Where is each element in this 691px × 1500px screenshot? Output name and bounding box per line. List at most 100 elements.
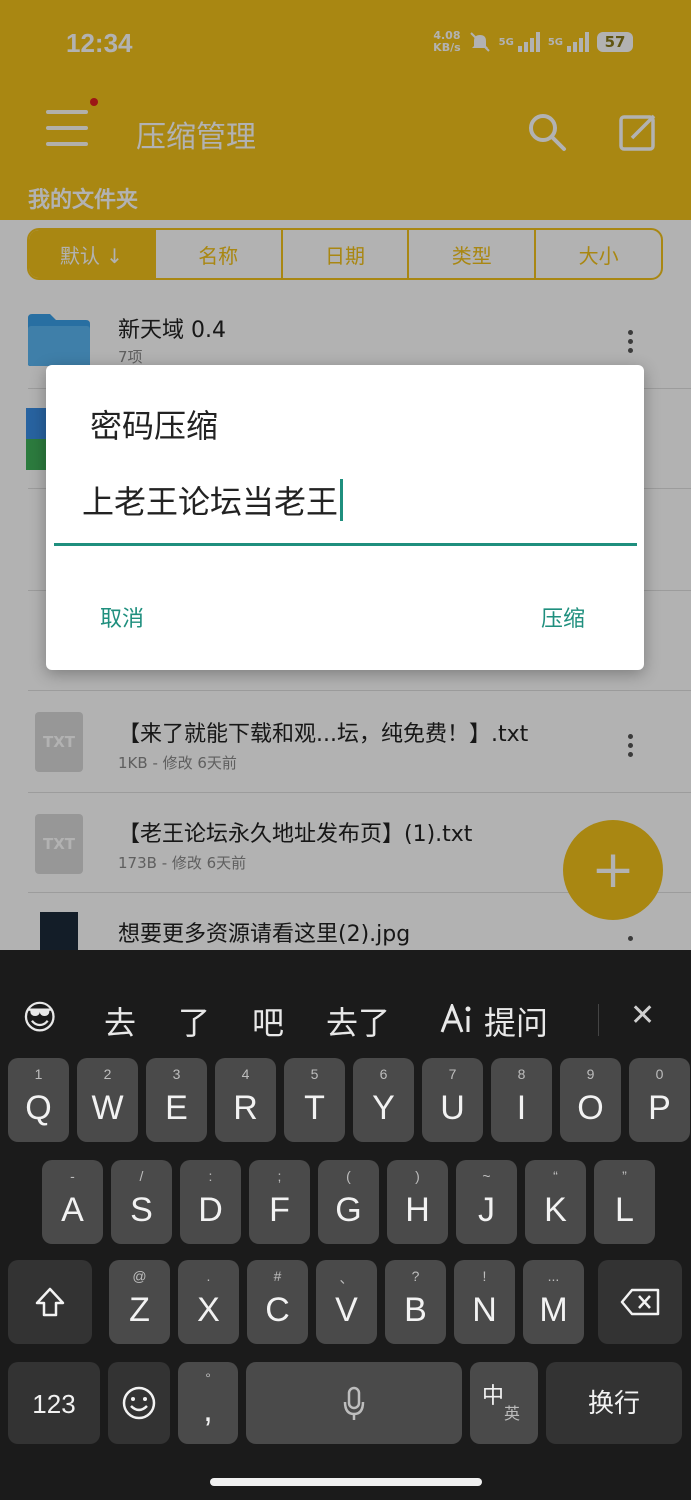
- divider: [598, 1004, 599, 1036]
- emoji-suggestion[interactable]: 😎: [22, 998, 57, 1038]
- key-label: A: [61, 1191, 84, 1229]
- key-k[interactable]: “K: [525, 1160, 586, 1244]
- lang-chinese-label: 中: [482, 1383, 505, 1408]
- smiley-icon: [122, 1386, 156, 1420]
- key-y[interactable]: 6Y: [353, 1058, 414, 1142]
- key-label: X: [197, 1291, 220, 1329]
- key-hint: 、: [339, 1270, 354, 1286]
- key-hint: 9: [586, 1066, 595, 1082]
- key-hint: (: [346, 1168, 351, 1184]
- language-switch-key[interactable]: 中 英: [470, 1362, 538, 1444]
- key-hint: 4: [241, 1066, 250, 1082]
- key-label: B: [404, 1291, 427, 1329]
- key-label: Q: [25, 1089, 52, 1127]
- shift-icon: [35, 1287, 65, 1317]
- key-hint: 8: [517, 1066, 526, 1082]
- key-p[interactable]: 0P: [629, 1058, 690, 1142]
- key-d[interactable]: :D: [180, 1160, 241, 1244]
- key-label: K: [544, 1191, 567, 1229]
- key-n[interactable]: ! N: [454, 1260, 515, 1344]
- input-underline: [54, 543, 637, 546]
- key-hint: ...: [547, 1268, 560, 1284]
- key-m[interactable]: ... M: [523, 1260, 584, 1344]
- key-hint: “: [553, 1168, 558, 1184]
- home-indicator[interactable]: [210, 1478, 482, 1486]
- key-label: V: [335, 1291, 358, 1329]
- ai-icon: [440, 1004, 471, 1033]
- key-hint: ): [415, 1168, 420, 1184]
- cancel-button[interactable]: 取消: [100, 601, 144, 633]
- key-hint: :: [208, 1168, 213, 1184]
- key-z[interactable]: @ Z: [109, 1260, 170, 1344]
- key-hint: 5: [310, 1066, 319, 1082]
- key-hint: ?: [411, 1268, 420, 1284]
- emoji-key[interactable]: [108, 1362, 170, 1444]
- lang-english-label: 英: [504, 1406, 521, 1423]
- key-hint: 7: [448, 1066, 457, 1082]
- key-label: N: [472, 1291, 497, 1329]
- key-l[interactable]: ” L: [594, 1160, 655, 1244]
- key-r[interactable]: 4R: [215, 1058, 276, 1142]
- numbers-key[interactable]: 123: [8, 1362, 100, 1444]
- key-g[interactable]: (G: [318, 1160, 379, 1244]
- key-v[interactable]: 、 V: [316, 1260, 377, 1344]
- suggestion-item[interactable]: 去: [104, 998, 136, 1044]
- key-label: M: [539, 1291, 568, 1329]
- text-caret: [340, 479, 344, 521]
- password-input[interactable]: 上老王论坛当老王: [82, 477, 344, 523]
- key-f[interactable]: ; F: [249, 1160, 310, 1244]
- key-label: L: [615, 1191, 634, 1229]
- key-label: G: [335, 1191, 362, 1229]
- key-a[interactable]: -A: [42, 1160, 103, 1244]
- key-label: W: [91, 1089, 124, 1127]
- microphone-icon: [343, 1386, 365, 1420]
- key-hint: ”: [622, 1168, 627, 1184]
- password-compress-dialog: 密码压缩 上老王论坛当老王 取消 压缩: [46, 365, 644, 670]
- key-u[interactable]: 7U: [422, 1058, 483, 1142]
- ai-ask-suggestion[interactable]: 提问: [484, 998, 548, 1044]
- key-x[interactable]: .X: [178, 1260, 239, 1344]
- key-i[interactable]: 8I: [491, 1058, 552, 1142]
- key-hint: #: [273, 1268, 282, 1284]
- key-s[interactable]: / S: [111, 1160, 172, 1244]
- close-suggestions-icon[interactable]: ✕: [630, 998, 655, 1033]
- key-t[interactable]: 5T: [284, 1058, 345, 1142]
- key-hint: 2: [103, 1066, 112, 1082]
- key-label: J: [478, 1191, 495, 1229]
- key-label: S: [130, 1191, 153, 1229]
- key-q[interactable]: 1Q: [8, 1058, 69, 1142]
- key-label: R: [233, 1089, 258, 1127]
- suggestion-item[interactable]: 去了: [326, 998, 390, 1044]
- dialog-title: 密码压缩: [90, 407, 219, 445]
- key-c[interactable]: # C: [247, 1260, 308, 1344]
- enter-key[interactable]: 换行: [546, 1362, 682, 1444]
- key-b[interactable]: ? B: [385, 1260, 446, 1344]
- key-label: D: [198, 1191, 223, 1229]
- key-hint: 1: [34, 1066, 43, 1082]
- comma-key[interactable]: ° ,: [178, 1362, 238, 1444]
- key-label: T: [304, 1089, 325, 1127]
- key-h[interactable]: ) H: [387, 1160, 448, 1244]
- key-label: H: [405, 1191, 430, 1229]
- key-hint: !: [482, 1268, 487, 1284]
- suggestion-item[interactable]: 了: [178, 998, 210, 1044]
- space-key[interactable]: [246, 1362, 462, 1444]
- key-hint: -: [70, 1168, 75, 1184]
- key-label: F: [269, 1191, 290, 1229]
- key-hint: 6: [379, 1066, 388, 1082]
- key-hint: @: [132, 1268, 147, 1284]
- key-hint: 0: [655, 1066, 664, 1082]
- compress-button[interactable]: 压缩: [541, 601, 585, 633]
- shift-key[interactable]: [8, 1260, 92, 1344]
- key-o[interactable]: 9O: [560, 1058, 621, 1142]
- suggestion-item[interactable]: 吧: [252, 998, 284, 1044]
- key-w[interactable]: 2W: [77, 1058, 138, 1142]
- key-hint: /: [139, 1168, 144, 1184]
- key-e[interactable]: 3E: [146, 1058, 207, 1142]
- key-label: I: [516, 1089, 527, 1127]
- key-hint: 3: [172, 1066, 181, 1082]
- key-j[interactable]: ~ J: [456, 1160, 517, 1244]
- backspace-key[interactable]: [598, 1260, 682, 1344]
- key-label: C: [265, 1291, 290, 1329]
- backspace-icon: [620, 1288, 660, 1316]
